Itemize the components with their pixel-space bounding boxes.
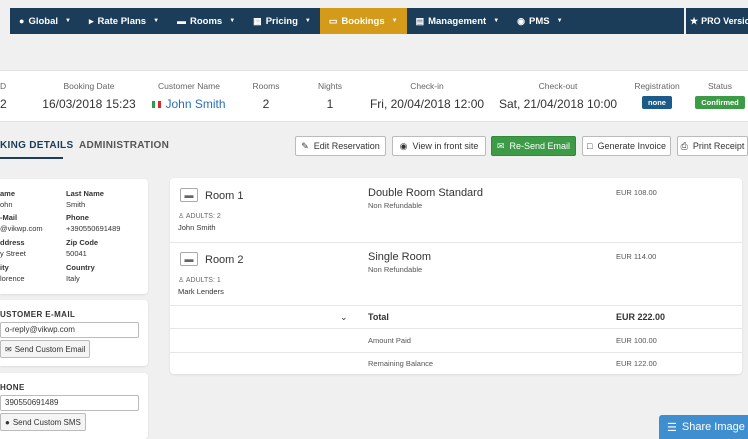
guest-name: John Smith [178,223,216,232]
customer-name-link[interactable]: John Smith [150,97,228,111]
custom-email-panel: USTOMER E-MAIL o-reply@vikwp.com ✉ Send C… [0,300,148,366]
phone-input[interactable]: 390550691489 [0,395,139,411]
caret-down-icon: ▼ [304,18,311,24]
amount-paid-label: Amount Paid [368,336,411,345]
room-price: EUR 114.00 [616,252,657,261]
adults-count: ♙ ADULTS: 1 [178,277,221,284]
share-image-button[interactable]: ☰ Share Image [659,415,748,439]
chart-icon: ▤ [415,15,425,26]
caret-down-icon: ▼ [493,18,500,24]
custom-sms-panel: HONE 390550691489 ● Send Custom SMS [0,373,148,439]
room-type: Single Room [368,251,431,263]
top-bar: ● Global ▼ ▸ Rate Plans ▼ ▬ Rooms ▼ ▦ Pricing ▼ … [0,0,748,36]
row-divider [170,305,742,306]
person-icon: ♙ [178,213,186,220]
summary-nights: Nights 1 [317,81,343,111]
globe-icon: ● [19,16,25,26]
custom-email-input[interactable]: o-reply@vikwp.com [0,322,139,338]
caret-down-icon: ▼ [229,18,236,24]
room-type: Double Room Standard [368,187,483,199]
eye-icon: ◉ [399,140,408,151]
nav-global[interactable]: ● Global ▼ [10,8,80,34]
summary-checkin: Check-in Fri, 20/04/2018 12:00 [369,81,485,111]
chevron-down-icon[interactable]: ⌄ [340,312,348,323]
room-name: Room 2 [205,254,244,266]
rate-plan: Non Refundable [368,201,423,210]
guest-name: Mark Lenders [178,287,224,296]
edit-reservation-button[interactable]: ✎ Edit Reservation [295,136,386,156]
remaining-balance-value: EUR 122.00 [616,359,657,368]
credit-card-icon: ▭ [328,15,338,26]
nav-rate-plans[interactable]: ▸ Rate Plans ▼ [80,8,168,34]
nav-bookings[interactable]: ▭ Bookings ▼ [319,8,407,34]
summary-rooms: Rooms 2 [252,81,280,111]
room-price: EUR 108.00 [616,188,657,197]
amount-paid-value: EUR 100.00 [616,336,657,345]
main-nav: ● Global ▼ ▸ Rate Plans ▼ ▬ Rooms ▼ ▦ Pricing ▼ … [10,8,684,34]
caret-down-icon: ▼ [391,18,398,24]
send-custom-sms-button[interactable]: ● Send Custom SMS [0,413,86,431]
envelope-icon: ✉ [5,344,12,354]
nav-pricing[interactable]: ▦ Pricing ▼ [244,8,320,34]
rate-plan: Non Refundable [368,265,423,274]
summary-id: D 2 [0,81,7,111]
tab-administration[interactable]: ADMINISTRATION [79,140,169,151]
rooms-card: ▬ Room 1 ♙ ADULTS: 2 John Smith Double R… [170,178,742,374]
comment-icon: ● [5,417,10,427]
nav-management[interactable]: ▤ Management ▼ [407,8,509,34]
printer-icon: ⎙ [680,140,688,151]
envelope-icon: ✉ [496,140,505,151]
tab-booking-details[interactable]: KING DETAILS [0,140,73,151]
bed-icon: ▬ [180,188,198,202]
status-badge: Confirmed [695,96,745,109]
summary-registration: Registration none [634,81,680,109]
view-front-site-button[interactable]: ◉ View in front site [392,136,486,156]
pro-version-button[interactable]: ★PRO Version [686,8,748,34]
tags-icon: ▸ [88,15,94,26]
caret-down-icon: ▼ [556,18,563,24]
bed-icon: ▬ [180,252,198,266]
summary-booking-date: Booking Date 16/03/2018 15:23 [42,81,136,111]
adults-count: ♙ ADULTS: 2 [178,213,221,220]
pencil-icon: ✎ [301,140,309,151]
print-receipt-button[interactable]: ⎙ Print Receipt [677,136,748,156]
trophy-icon: ★ [690,15,699,26]
send-custom-email-button[interactable]: ✉ Send Custom Email [0,340,91,358]
layers-icon: ☰ [667,421,677,434]
nav-pms[interactable]: ◉ PMS ▼ [508,8,571,34]
booking-summary: D 2 Booking Date 16/03/2018 15:23 Custom… [0,70,748,122]
caret-down-icon: ▼ [65,18,71,24]
summary-status: Status Confirmed [692,71,748,123]
row-divider [170,242,742,243]
total-label: Total [368,312,389,322]
bed-icon: ▬ [177,16,187,26]
total-value: EUR 222.00 [616,312,666,322]
database-icon: ◉ [517,15,525,26]
file-icon: □ [587,141,593,151]
registration-badge[interactable]: none [642,96,672,109]
summary-customer: Customer Name John Smith [150,71,228,123]
resend-email-button[interactable]: ✉ Re-Send Email [491,136,576,156]
nav-rooms[interactable]: ▬ Rooms ▼ [168,8,244,34]
italy-flag-icon [152,101,162,108]
active-tab-underline [0,157,63,159]
remaining-balance-label: Remaining Balance [368,359,434,368]
room-name: Room 1 [205,190,244,202]
grid-icon: ▦ [253,15,262,26]
person-icon: ♙ [178,277,186,284]
row-divider [170,352,742,353]
caret-down-icon: ▼ [153,18,160,24]
customer-info-panel: ame ohn Last Name Smith -Mail @vikwp.com… [0,179,148,294]
generate-invoice-button[interactable]: □ Generate Invoice [582,136,671,156]
summary-checkout: Check-out Sat, 21/04/2018 10:00 [498,81,618,111]
row-divider [170,328,742,329]
